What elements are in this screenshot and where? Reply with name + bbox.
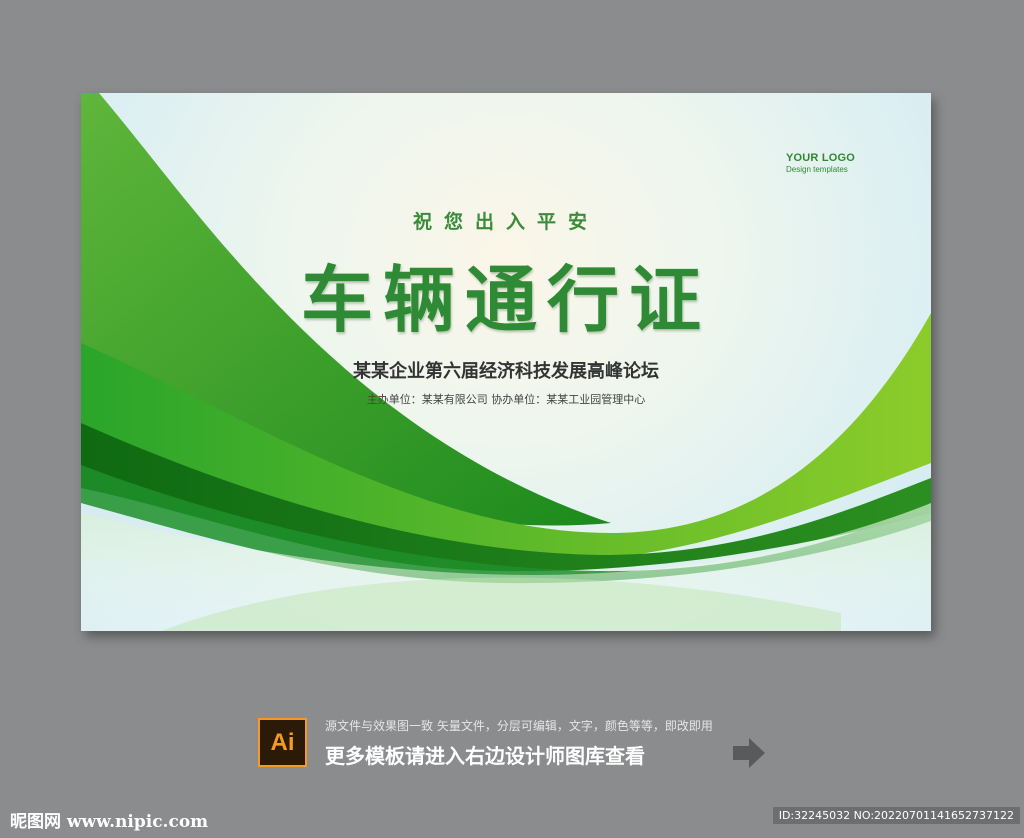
event-subtitle: 某某企业第六届经济科技发展高峰论坛 [353, 361, 659, 382]
blessing-text: 祝您出入平安 [412, 211, 599, 233]
ai-file-icon: Ai [258, 718, 307, 767]
organizers-line: 主办单位：某某有限公司 协办单位：某某工业园管理中心 [366, 393, 646, 406]
site-watermark: 昵图网 www.nipic.com [10, 812, 209, 832]
logo-subtitle: Design templates [786, 165, 848, 174]
poster-title: 车辆通行证 [300, 257, 711, 342]
image-id-label: ID:32245032 NO:20220701141652737122 [772, 807, 1020, 824]
arrow-right-icon[interactable] [731, 736, 767, 770]
logo-text: YOUR LOGO [786, 152, 856, 164]
promo-link-text[interactable]: 更多模板请进入右边设计师图库查看 [325, 740, 645, 769]
poster: YOUR LOGO Design templates 祝您出入平安 车辆通行证 … [81, 93, 931, 631]
promo-note: 源文件与效果图一致 矢量文件，分层可编辑，文字，颜色等等，即改即用 [325, 719, 713, 733]
